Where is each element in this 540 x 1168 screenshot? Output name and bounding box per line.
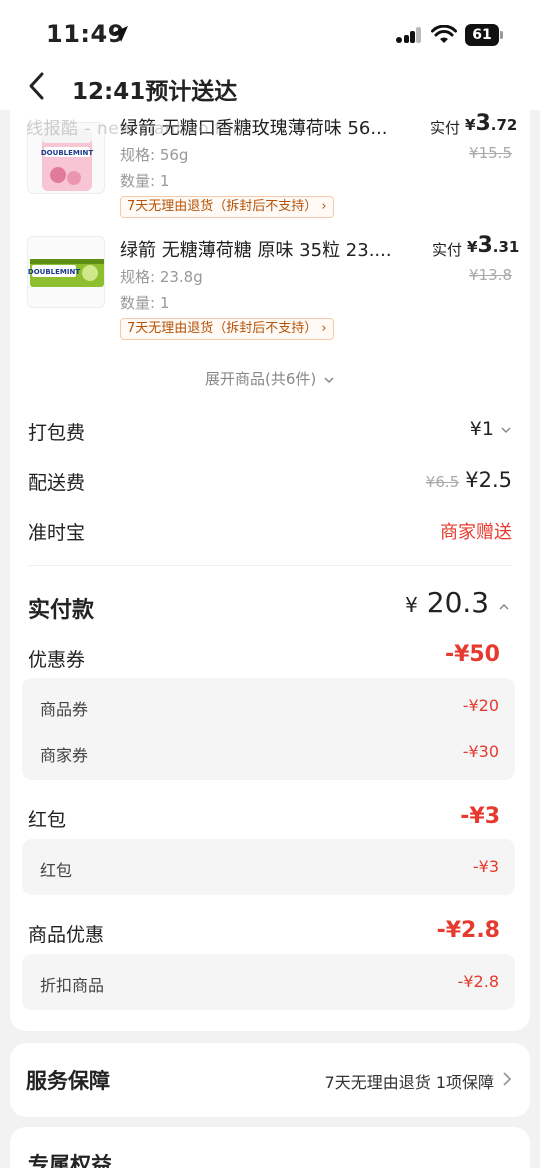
coupon-value: -¥50	[444, 642, 500, 667]
exclusive-rights-card[interactable]: 专属权益	[10, 1127, 530, 1168]
red-packet-item-value: -¥3	[472, 857, 499, 876]
product-image: DOUBLEMINT	[27, 236, 105, 308]
ontime-value: 商家赠送	[440, 522, 512, 543]
red-packet-detail-box: 红包 -¥3	[22, 839, 515, 895]
service-label: 服务保障	[26, 1069, 110, 1093]
paid-label: 实付	[430, 119, 461, 137]
delivery-fee-row: 配送费 ¥6.5 ¥2.5	[28, 468, 512, 498]
status-bar: 11:49 61	[0, 0, 540, 66]
product-spec: 规格: 23.8g	[120, 268, 203, 286]
expand-products-button[interactable]: 展开商品(共6件)	[10, 368, 530, 389]
packing-fee-label: 打包费	[28, 422, 86, 444]
divider	[28, 565, 512, 566]
product-brand-text: DOUBLEMINT	[41, 149, 93, 157]
chevron-down-icon	[501, 427, 511, 434]
nav-bar: 12:41预计送达	[0, 66, 540, 110]
delivery-fee-original: ¥6.5	[425, 473, 460, 491]
paid-price: ¥3.31	[467, 233, 520, 258]
return-policy-badge[interactable]: 7天无理由退货（拆封后不支持） ›	[120, 318, 334, 340]
delivery-fee-value: ¥6.5 ¥2.5	[425, 468, 512, 492]
chevron-right-icon: ›	[317, 199, 327, 214]
red-packet-item-label: 红包	[40, 861, 73, 880]
product-discount-label: 商品优惠	[28, 924, 105, 946]
back-chevron-icon[interactable]	[26, 70, 48, 102]
coupon-item-value: -¥30	[462, 742, 499, 761]
delivery-fee-label: 配送费	[28, 472, 86, 494]
chevron-up-icon	[499, 603, 509, 610]
product-qty: 数量: 1	[120, 172, 170, 190]
chevron-right-icon: ›	[317, 321, 327, 336]
service-detail: 7天无理由退货 1项保障	[324, 1073, 494, 1092]
product-discount-detail-box: 折扣商品 -¥2.8	[22, 954, 515, 1010]
order-detail-card: DOUBLEMINT 绿箭 无糖口香糖玫瑰薄荷味 56... 规格: 56g 数…	[10, 110, 530, 1031]
ontime-row: 准时宝 商家赠送	[28, 518, 512, 548]
product-name: 绿箭 无糖薄荷糖 原味 35粒 23....	[120, 240, 392, 261]
page-title: 12:41预计送达	[72, 79, 238, 105]
service-guarantee-card[interactable]: 服务保障 7天无理由退货 1项保障	[10, 1043, 530, 1117]
original-price: ¥15.5	[469, 144, 512, 162]
red-packet-value: -¥3	[460, 804, 500, 829]
product-spec: 规格: 56g	[120, 146, 189, 164]
total-value[interactable]: ¥ 20.3	[405, 586, 510, 619]
watermark: 线报酷 - new.xianbao.fun	[26, 119, 244, 139]
chevron-down-icon	[324, 376, 334, 383]
chevron-right-icon	[503, 1072, 512, 1086]
cellular-signal-icon	[396, 27, 421, 43]
product-discount-item-value: -¥2.8	[457, 972, 499, 991]
original-price: ¥13.8	[469, 266, 512, 284]
total-label: 实付款	[28, 598, 95, 623]
battery-level: 61	[465, 24, 499, 46]
product-brand-text: DOUBLEMINT	[28, 268, 80, 276]
coupon-item-value: -¥20	[462, 696, 499, 715]
coupon-item-label: 商家券	[40, 746, 89, 765]
red-packet-label: 红包	[28, 809, 67, 831]
product-discount-item-label: 折扣商品	[40, 976, 105, 995]
ontime-label: 准时宝	[28, 522, 86, 544]
coupon-item-label: 商品券	[40, 700, 89, 719]
paid-label: 实付	[432, 241, 463, 259]
product-item[interactable]: DOUBLEMINT 绿箭 无糖薄荷糖 原味 35粒 23.... 规格: 23…	[10, 232, 530, 352]
battery-icon: 61	[465, 24, 503, 46]
product-qty: 数量: 1	[120, 294, 170, 312]
coupon-detail-box: 商品券 -¥20 商家券 -¥30	[22, 678, 515, 780]
paid-price: ¥3.72	[465, 111, 518, 136]
coupon-label: 优惠券	[28, 649, 86, 671]
packing-fee-row[interactable]: 打包费 ¥1	[28, 418, 512, 448]
packing-fee-value: ¥1	[470, 418, 512, 440]
rights-label: 专属权益	[28, 1153, 112, 1168]
return-policy-badge[interactable]: 7天无理由退货（拆封后不支持） ›	[120, 196, 334, 218]
product-discount-value: -¥2.8	[436, 918, 500, 943]
location-arrow-icon	[112, 26, 128, 42]
wifi-icon	[431, 25, 457, 43]
